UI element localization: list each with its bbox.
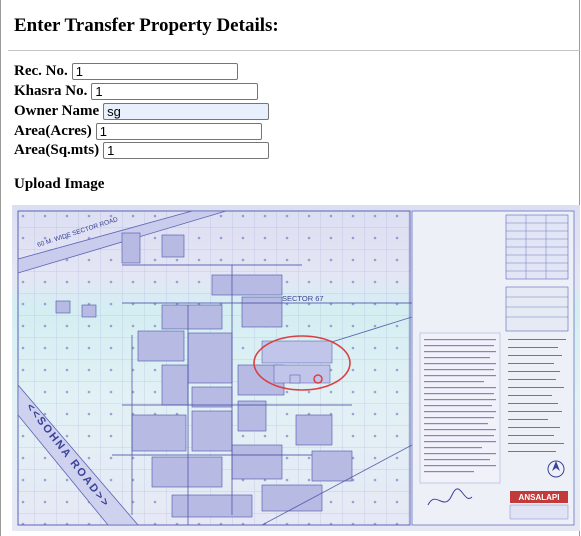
owner-name-label: Owner Name [14, 102, 100, 119]
page-frame: Enter Transfer Property Details: Rec. No… [0, 0, 580, 536]
area-sqmts-label: Area(Sq.mts) [14, 141, 100, 158]
khasra-no-label: Khasra No. [14, 82, 88, 99]
upload-image-label: Upload Image [14, 176, 105, 192]
area-sqmts-row: Area(Sq.mts) [14, 140, 270, 160]
rec-no-input[interactable] [71, 62, 238, 80]
rec-no-label: Rec. No. [14, 62, 68, 79]
divider [8, 50, 580, 51]
page-title: Enter Transfer Property Details: [14, 15, 279, 36]
rec-no-row: Rec. No. [14, 61, 238, 81]
brand-logo-text: ANSALAPI [519, 493, 560, 502]
area-acres-row: Area(Acres) [14, 121, 262, 141]
area-acres-label: Area(Acres) [14, 122, 92, 139]
map-drawing: 60 M. WIDE SECTOR ROAD <<SOHNA ROAD>> SE… [17, 210, 413, 526]
khasra-no-input[interactable] [91, 82, 259, 100]
khasra-no-row: Khasra No. [14, 81, 259, 101]
map-legend-panel: ANSALAPI [411, 210, 575, 526]
owner-name-input[interactable] [103, 102, 270, 120]
area-sqmts-input[interactable] [103, 141, 270, 159]
uploaded-map-image: 60 M. WIDE SECTOR ROAD <<SOHNA ROAD>> SE… [12, 205, 580, 531]
sector-label: SECTOR 67 [282, 294, 324, 303]
owner-name-row: Owner Name [14, 101, 270, 121]
area-acres-input[interactable] [95, 122, 262, 140]
